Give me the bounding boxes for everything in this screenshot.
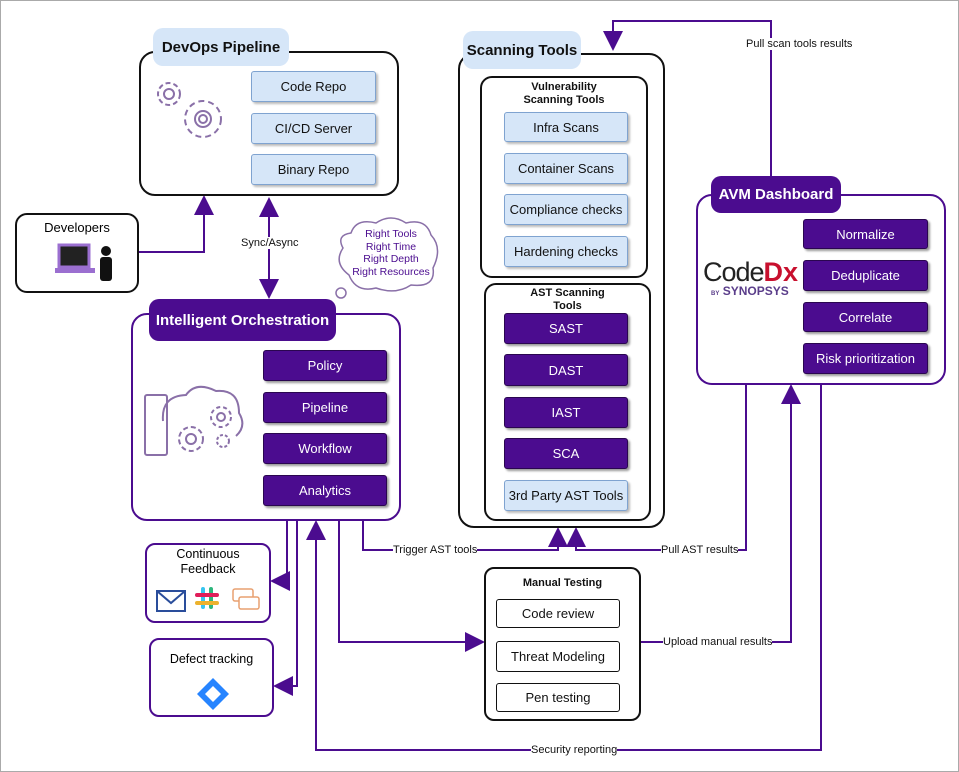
- vuln-title-line: Scanning Tools: [523, 94, 605, 106]
- trigger-ast-label: Trigger AST tools: [393, 544, 478, 556]
- logo-synopsys: SYNOPSYS: [722, 284, 789, 298]
- infra-scans: Infra Scans: [504, 112, 628, 142]
- hardening-checks: Hardening checks: [504, 236, 628, 267]
- scanning-tools-title: Scanning Tools: [463, 31, 581, 69]
- cloud-gears-icon: [144, 385, 244, 456]
- correlate: Correlate: [803, 302, 928, 332]
- risk-prioritization: Risk prioritization: [803, 343, 928, 374]
- analytics: Analytics: [263, 475, 387, 506]
- cloud-line: Right Resources: [352, 265, 430, 278]
- binary-repo: Binary Repo: [251, 154, 376, 185]
- continuous-feedback-box: Continuous Feedback: [145, 543, 271, 623]
- code-review: Code review: [496, 599, 620, 628]
- edge-orch-feedback: [270, 521, 290, 591]
- iast: IAST: [504, 397, 628, 428]
- pull-ast-label: Pull AST results: [661, 544, 739, 556]
- developers-box: Developers: [15, 213, 139, 293]
- container-scans: Container Scans: [504, 153, 628, 184]
- sync-async-label: Sync/Async: [241, 237, 299, 249]
- logo-dx: Dx: [763, 257, 799, 287]
- cloud-line: Right Time: [365, 240, 417, 253]
- pull-scan-label: Pull scan tools results: [746, 38, 853, 50]
- compliance-checks: Compliance checks: [504, 194, 628, 225]
- defect-tracking-box: Defect tracking: [149, 638, 274, 717]
- cicd-server: CI/CD Server: [251, 113, 376, 144]
- slack-icon: [195, 587, 219, 609]
- feedback-title-line: Feedback: [180, 562, 236, 576]
- feedback-title-line: Continuous: [176, 547, 240, 561]
- security-reporting-label: Security reporting: [531, 744, 618, 756]
- cloud-line: Right Depth: [363, 253, 419, 265]
- cloud-text: Right Tools Right Time Right Depth Right…: [346, 228, 436, 278]
- ast-title-line: AST Scanning: [530, 287, 605, 299]
- deduplicate: Deduplicate: [803, 260, 928, 291]
- sast: SAST: [504, 313, 628, 344]
- vuln-title: Vulnerability Scanning Tools: [482, 81, 646, 107]
- edge-developers-devops: [139, 195, 214, 253]
- chat-icon: [232, 588, 260, 610]
- feedback-title: Continuous Feedback: [147, 547, 269, 577]
- developer-laptop-icon: [55, 243, 112, 281]
- logo-by: BY: [711, 291, 720, 297]
- jira-icon: [197, 678, 229, 710]
- policy: Policy: [263, 350, 387, 381]
- feedback-icons: [156, 587, 260, 612]
- cloud-line: Right Tools: [365, 228, 417, 240]
- sca: SCA: [504, 438, 628, 469]
- ast-title: AST Scanning Tools: [486, 287, 649, 313]
- avm-title: AVM Dashboard: [711, 176, 841, 213]
- manual-title: Manual Testing: [522, 577, 603, 589]
- pipeline: Pipeline: [263, 392, 387, 423]
- email-icon: [156, 590, 186, 612]
- codedx-logo: CodeDx BY SYNOPSYS: [703, 257, 798, 298]
- code-repo: Code Repo: [251, 71, 376, 102]
- normalize: Normalize: [803, 219, 928, 249]
- threat-modeling: Threat Modeling: [496, 641, 620, 672]
- devops-title: DevOps Pipeline: [153, 28, 289, 66]
- dast: DAST: [504, 354, 628, 386]
- ast-title-line: Tools: [553, 300, 582, 312]
- workflow: Workflow: [263, 433, 387, 464]
- third-party-ast-tools: 3rd Party AST Tools: [504, 480, 628, 511]
- orchestration-title: Intelligent Orchestration: [149, 299, 336, 341]
- pen-testing: Pen testing: [496, 683, 620, 712]
- upload-manual-label: Upload manual results: [663, 636, 773, 648]
- logo-code: Code: [703, 257, 765, 287]
- vuln-title-line: Vulnerability: [531, 81, 597, 93]
- gears-icon: [157, 82, 222, 138]
- defect-title: Defect tracking: [169, 652, 254, 666]
- architecture-diagram: DevOps Pipeline Code Repo CI/CD Server B…: [0, 0, 959, 772]
- developers-title: Developers: [44, 220, 110, 235]
- edge-orch-manual: [338, 521, 485, 652]
